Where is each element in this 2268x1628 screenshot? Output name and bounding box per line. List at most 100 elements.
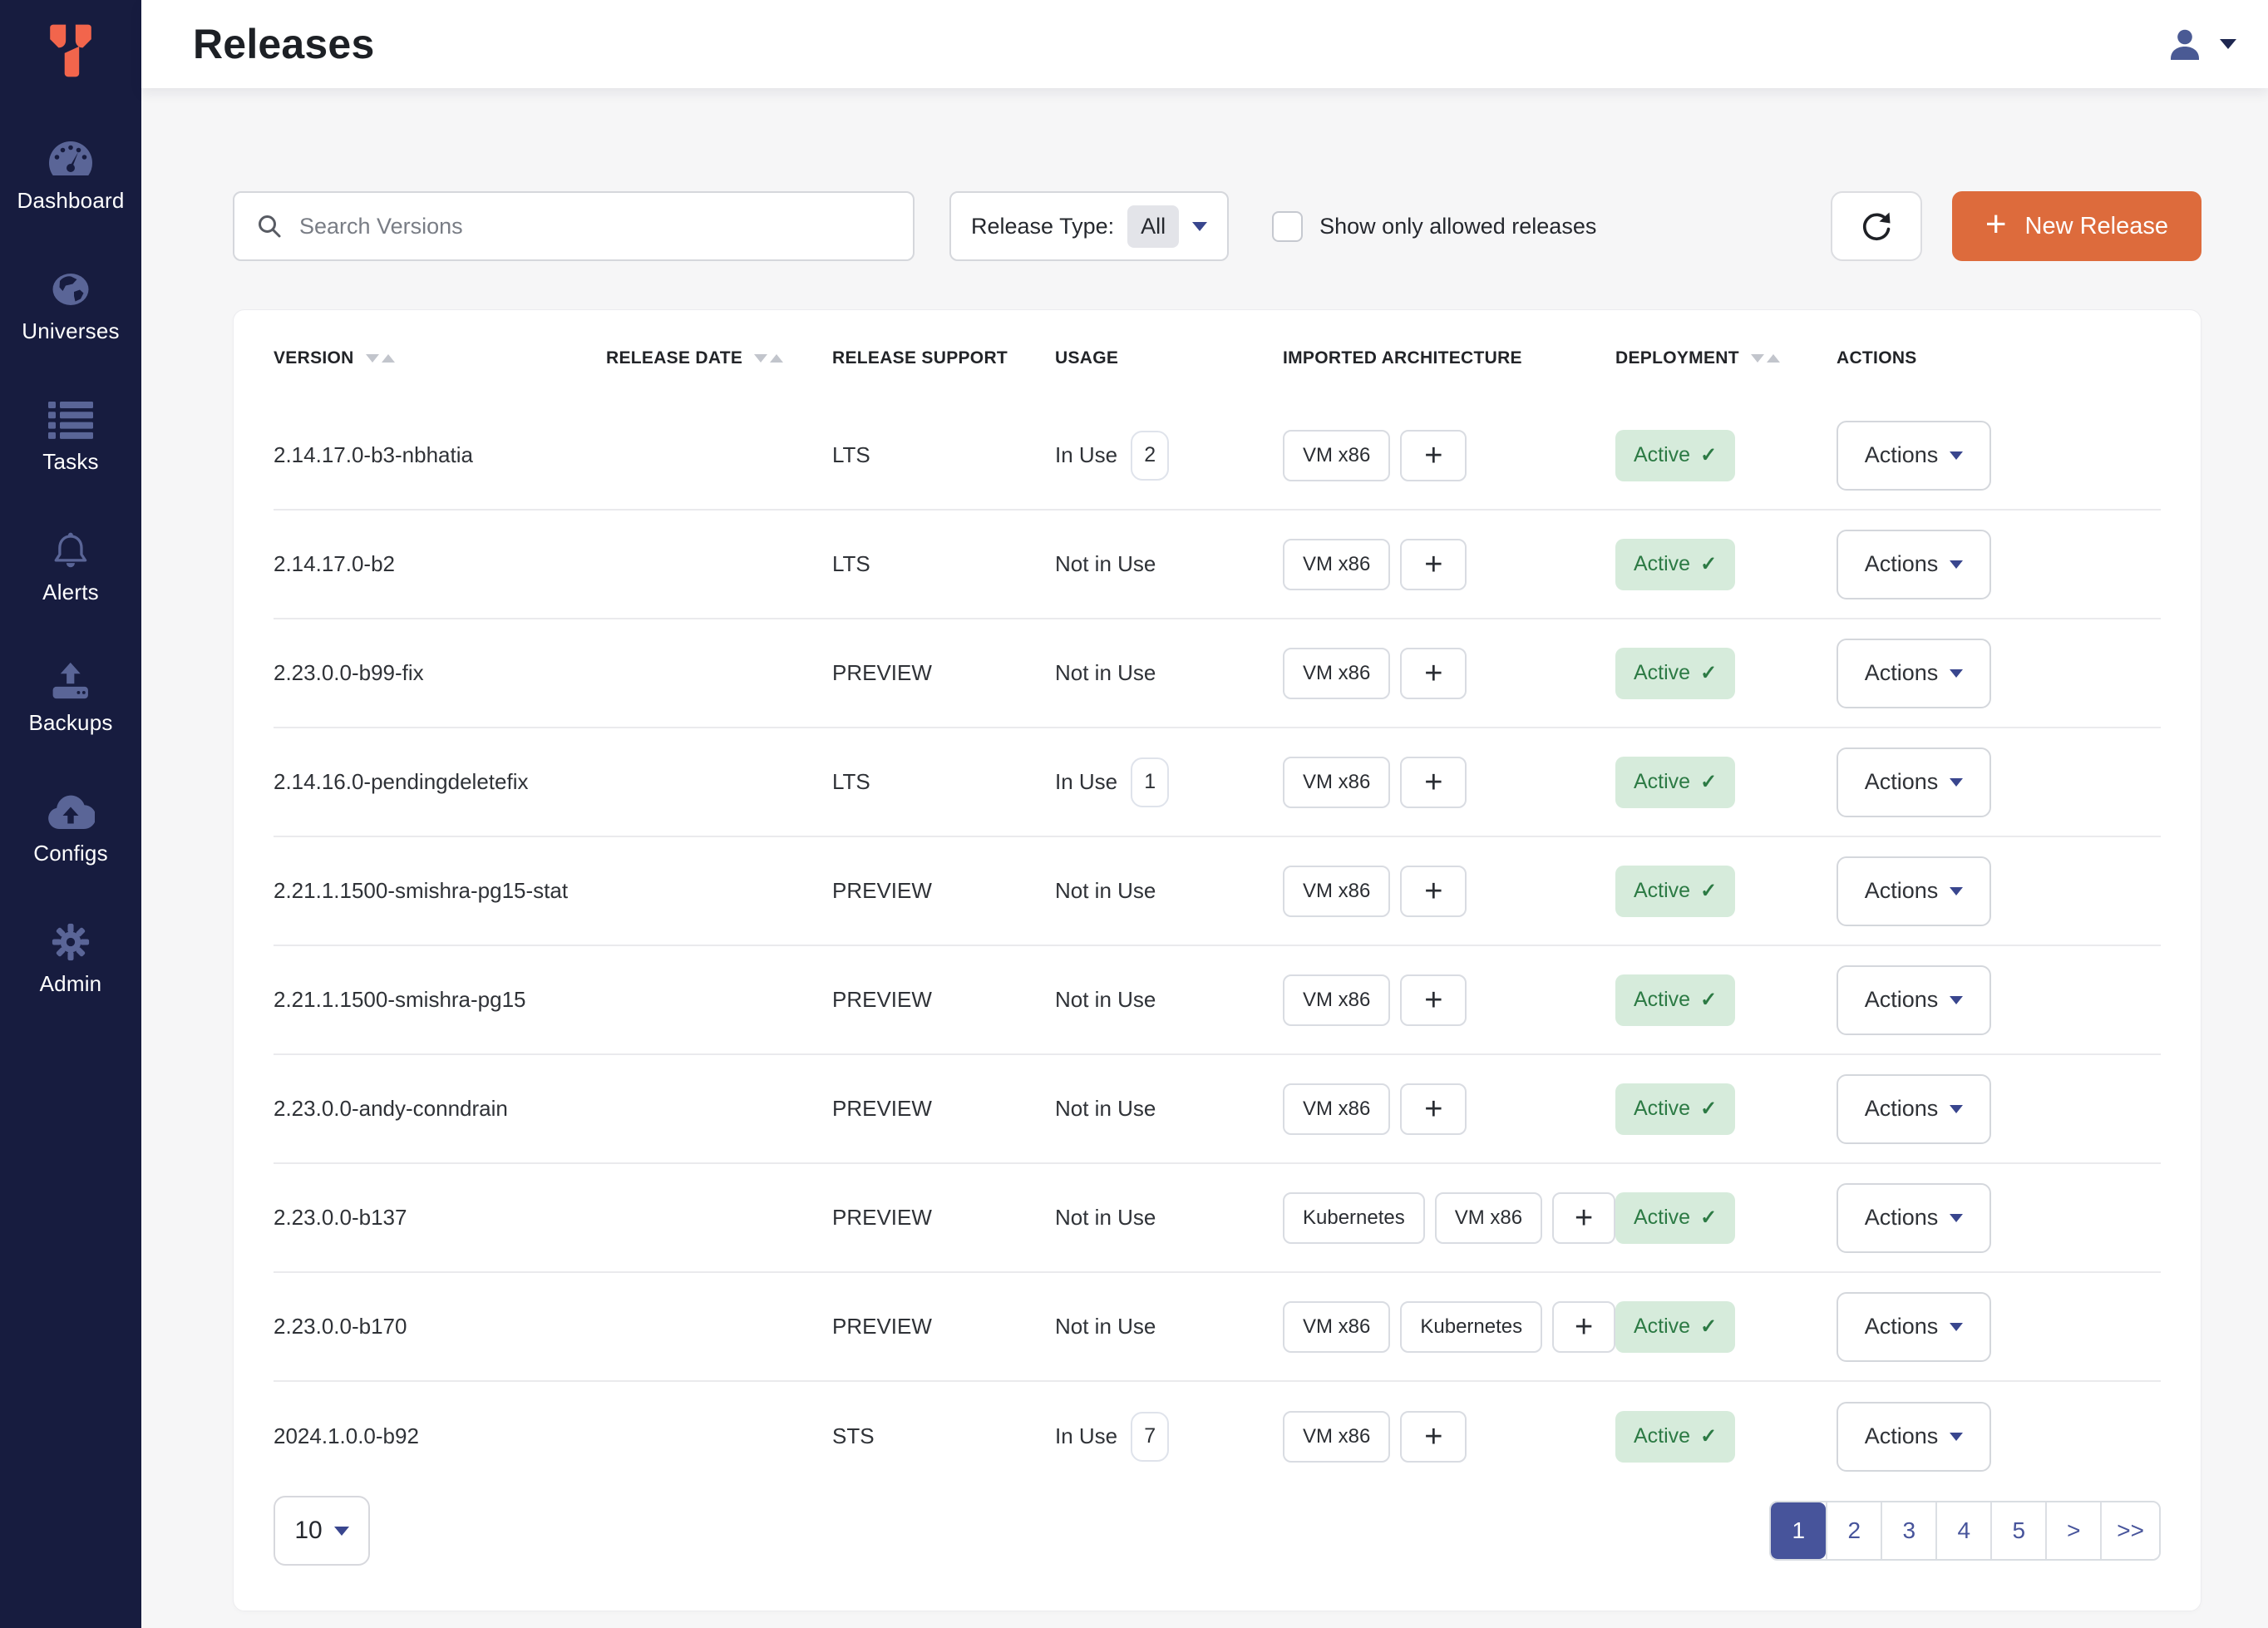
sidebar-item-configs[interactable]: Configs bbox=[0, 777, 141, 908]
backup-upload-icon bbox=[49, 662, 92, 700]
column-header-deployment[interactable]: DEPLOYMENT bbox=[1615, 348, 1837, 368]
add-architecture-button[interactable]: + bbox=[1400, 974, 1467, 1026]
architecture-chip: Kubernetes bbox=[1283, 1192, 1425, 1244]
user-menu[interactable] bbox=[2167, 26, 2236, 62]
page-size-dropdown[interactable]: 10 bbox=[274, 1496, 370, 1566]
release-support-text: LTS bbox=[832, 442, 870, 467]
actions-button[interactable]: Actions bbox=[1837, 747, 1991, 817]
check-icon: ✓ bbox=[1700, 1097, 1717, 1121]
column-header-release-date[interactable]: RELEASE DATE bbox=[606, 348, 832, 368]
deployment-status-text: Active bbox=[1634, 1315, 1690, 1339]
add-architecture-button[interactable]: + bbox=[1552, 1301, 1615, 1353]
deployment-status-text: Active bbox=[1634, 770, 1690, 794]
deployment-status-text: Active bbox=[1634, 988, 1690, 1012]
release-support-cell: PREVIEW bbox=[832, 987, 1055, 1013]
sort-asc-icon bbox=[1767, 354, 1780, 363]
sidebar-item-admin[interactable]: Admin bbox=[0, 908, 141, 1038]
usage-text: Not in Use bbox=[1055, 1096, 1156, 1122]
page-button-active[interactable]: 1 bbox=[1771, 1502, 1826, 1559]
add-architecture-button[interactable]: + bbox=[1400, 866, 1467, 917]
sidebar-item-tasks[interactable]: Tasks bbox=[0, 386, 141, 516]
release-support-cell: LTS bbox=[832, 551, 1055, 577]
actions-button[interactable]: Actions bbox=[1837, 965, 1991, 1035]
column-header-version[interactable]: VERSION bbox=[274, 348, 606, 368]
page-button[interactable]: > bbox=[2045, 1502, 2100, 1559]
version-cell: 2.23.0.0-b137 bbox=[274, 1205, 606, 1231]
page-button[interactable]: >> bbox=[2100, 1502, 2159, 1559]
usage-count-badge: 1 bbox=[1131, 757, 1169, 807]
version-cell: 2.14.17.0-b2 bbox=[274, 551, 606, 577]
actions-button[interactable]: Actions bbox=[1837, 856, 1991, 926]
imported-architecture-cell: VM x86+ bbox=[1283, 1411, 1615, 1463]
page-button[interactable]: 2 bbox=[1826, 1502, 1881, 1559]
chevron-down-icon bbox=[1950, 778, 1963, 787]
search-input[interactable] bbox=[299, 214, 891, 239]
release-support-text: PREVIEW bbox=[832, 878, 932, 903]
release-support-text: STS bbox=[832, 1423, 875, 1448]
main-area: Releases Release Type: bbox=[141, 0, 2268, 1628]
usage-cell: In Use 2 bbox=[1055, 431, 1283, 481]
page-button[interactable]: 4 bbox=[1935, 1502, 1990, 1559]
imported-architecture-cell: VM x86+ bbox=[1283, 648, 1615, 699]
deployment-status-badge: Active ✓ bbox=[1615, 648, 1735, 699]
add-architecture-button[interactable]: + bbox=[1400, 430, 1467, 481]
deployment-cell: Active ✓ bbox=[1615, 1192, 1837, 1244]
new-release-label: New Release bbox=[2025, 213, 2168, 240]
release-support-text: LTS bbox=[832, 551, 870, 576]
actions-button[interactable]: Actions bbox=[1837, 421, 1991, 491]
add-architecture-button[interactable]: + bbox=[1400, 1411, 1467, 1463]
actions-button[interactable]: Actions bbox=[1837, 1074, 1991, 1144]
sort-icons bbox=[1751, 354, 1780, 363]
chevron-down-icon bbox=[1950, 887, 1963, 895]
usage-cell: Not in Use bbox=[1055, 1205, 1283, 1231]
show-allowed-checkbox[interactable] bbox=[1272, 211, 1303, 242]
deployment-cell: Active ✓ bbox=[1615, 430, 1837, 481]
actions-button[interactable]: Actions bbox=[1837, 639, 1991, 708]
sidebar-item-universes[interactable]: Universes bbox=[0, 255, 141, 386]
sidebar-item-dashboard[interactable]: Dashboard bbox=[0, 125, 141, 255]
actions-cell: Actions bbox=[1837, 530, 2161, 599]
sidebar: Dashboard Universes Tasks bbox=[0, 0, 141, 1628]
actions-button[interactable]: Actions bbox=[1837, 1292, 1991, 1362]
imported-architecture-cell: KubernetesVM x86+ bbox=[1283, 1192, 1615, 1244]
usage-cell: Not in Use bbox=[1055, 551, 1283, 577]
add-architecture-button[interactable]: + bbox=[1400, 648, 1467, 699]
search-icon bbox=[256, 213, 283, 239]
usage-count-badge: 7 bbox=[1131, 1412, 1169, 1462]
release-support-text: PREVIEW bbox=[832, 987, 932, 1012]
topbar: Releases bbox=[141, 0, 2268, 88]
release-support-cell: PREVIEW bbox=[832, 1205, 1055, 1231]
deployment-cell: Active ✓ bbox=[1615, 1301, 1837, 1353]
actions-cell: Actions bbox=[1837, 421, 2161, 491]
release-type-dropdown[interactable]: Release Type: All bbox=[949, 191, 1229, 261]
page-button[interactable]: 5 bbox=[1990, 1502, 2045, 1559]
releases-toolbar: Release Type: All Show only allowed rele… bbox=[233, 191, 2201, 261]
sidebar-item-alerts[interactable]: Alerts bbox=[0, 516, 141, 647]
actions-button-label: Actions bbox=[1865, 769, 1939, 795]
deployment-status-badge: Active ✓ bbox=[1615, 539, 1735, 590]
column-header-actions: ACTIONS bbox=[1837, 348, 2161, 368]
actions-button[interactable]: Actions bbox=[1837, 1402, 1991, 1472]
architecture-chip: VM x86 bbox=[1283, 539, 1390, 590]
release-support-cell: PREVIEW bbox=[832, 1314, 1055, 1339]
actions-button[interactable]: Actions bbox=[1837, 530, 1991, 599]
architecture-chip: VM x86 bbox=[1283, 1083, 1390, 1135]
refresh-button[interactable] bbox=[1831, 191, 1922, 261]
chevron-down-icon bbox=[1950, 996, 1963, 1004]
usage-cell: Not in Use bbox=[1055, 660, 1283, 686]
deployment-status-badge: Active ✓ bbox=[1615, 757, 1735, 808]
new-release-button[interactable]: + New Release bbox=[1952, 191, 2201, 261]
sidebar-item-backups[interactable]: Backups bbox=[0, 647, 141, 777]
add-architecture-button[interactable]: + bbox=[1400, 539, 1467, 590]
deployment-status-text: Active bbox=[1634, 879, 1690, 903]
add-architecture-button[interactable]: + bbox=[1400, 757, 1467, 808]
add-architecture-button[interactable]: + bbox=[1552, 1192, 1615, 1244]
sidebar-item-label: Tasks bbox=[42, 449, 98, 475]
deployment-status-badge: Active ✓ bbox=[1615, 974, 1735, 1026]
table-row: 2.14.17.0-b3-nbhatia LTS In Use 2 VM x86… bbox=[274, 402, 2161, 511]
page-button[interactable]: 3 bbox=[1881, 1502, 1935, 1559]
actions-button[interactable]: Actions bbox=[1837, 1183, 1991, 1253]
sort-icons bbox=[754, 354, 783, 363]
add-architecture-button[interactable]: + bbox=[1400, 1083, 1467, 1135]
check-icon: ✓ bbox=[1700, 1315, 1717, 1339]
